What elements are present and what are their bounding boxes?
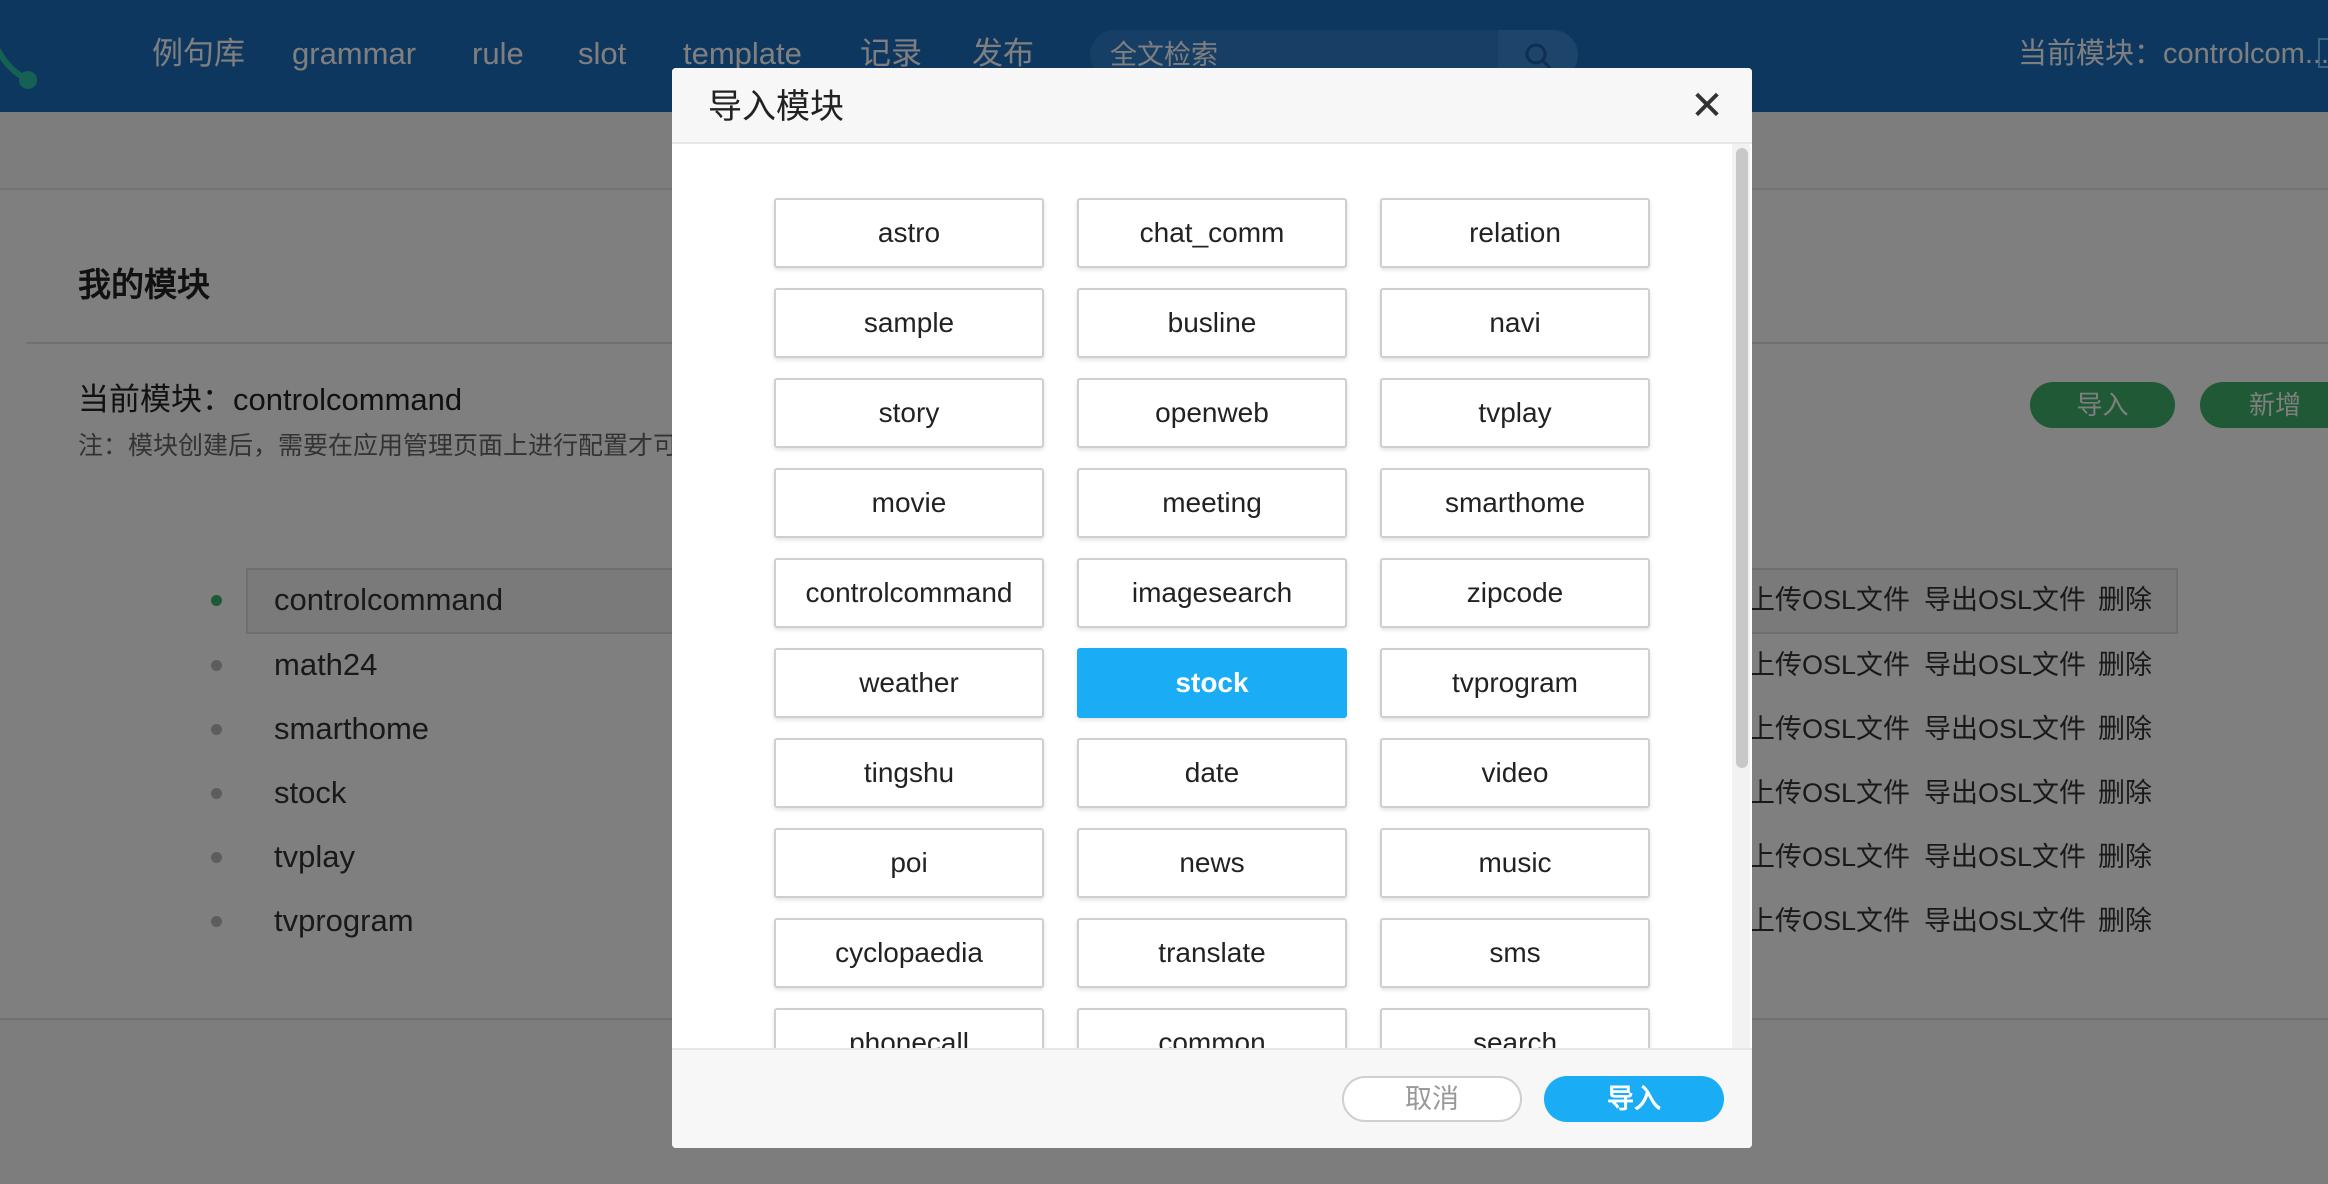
module-option-button[interactable]: chat_comm: [1077, 198, 1347, 268]
module-option-button[interactable]: busline: [1077, 288, 1347, 358]
dialog-header: 导入模块 ✕: [672, 68, 1752, 144]
scrollbar-thumb[interactable]: [1736, 148, 1748, 768]
module-option-button[interactable]: movie: [774, 468, 1044, 538]
module-option-button[interactable]: tvprogram: [1380, 648, 1650, 718]
module-option-button[interactable]: tvplay: [1380, 378, 1650, 448]
module-option-button[interactable]: zipcode: [1380, 558, 1650, 628]
module-option-button[interactable]: phonecall: [774, 1008, 1044, 1050]
modal-overlay[interactable]: 导入模块 ✕ astro chat_comm relation sample busli…: [0, 0, 2328, 1184]
module-option-button[interactable]: music: [1380, 828, 1650, 898]
module-option-button[interactable]: common: [1077, 1008, 1347, 1050]
module-option-button[interactable]: smarthome: [1380, 468, 1650, 538]
module-option-button[interactable]: sms: [1380, 918, 1650, 988]
module-option-button[interactable]: navi: [1380, 288, 1650, 358]
module-option-button[interactable]: controlcommand: [774, 558, 1044, 628]
module-option-button[interactable]: poi: [774, 828, 1044, 898]
module-option-button[interactable]: openweb: [1077, 378, 1347, 448]
module-option-button[interactable]: tingshu: [774, 738, 1044, 808]
close-icon[interactable]: ✕: [1686, 86, 1728, 128]
module-grid: astro chat_comm relation sample busline navi s…: [774, 198, 1650, 1050]
module-option-button[interactable]: weather: [774, 648, 1044, 718]
module-option-button[interactable]: story: [774, 378, 1044, 448]
module-option-button[interactable]: news: [1077, 828, 1347, 898]
module-option-button[interactable]: sample: [774, 288, 1044, 358]
module-option-button[interactable]: meeting: [1077, 468, 1347, 538]
module-option-button[interactable]: search: [1380, 1008, 1650, 1050]
dialog-footer: 取消 导入: [672, 1048, 1752, 1148]
module-option-button[interactable]: date: [1077, 738, 1347, 808]
module-option-button[interactable]: relation: [1380, 198, 1650, 268]
module-option-button[interactable]: video: [1380, 738, 1650, 808]
module-option-button[interactable]: cyclopaedia: [774, 918, 1044, 988]
cancel-button[interactable]: 取消: [1342, 1076, 1522, 1122]
module-option-button[interactable]: stock: [1077, 648, 1347, 718]
module-option-button[interactable]: translate: [1077, 918, 1347, 988]
module-option-button[interactable]: imagesearch: [1077, 558, 1347, 628]
module-option-button[interactable]: astro: [774, 198, 1044, 268]
confirm-import-button[interactable]: 导入: [1544, 1076, 1724, 1122]
dialog-title: 导入模块: [708, 88, 844, 126]
import-module-dialog: 导入模块 ✕ astro chat_comm relation sample busli…: [672, 68, 1752, 1148]
dialog-body: astro chat_comm relation sample busline navi s…: [672, 144, 1752, 1050]
